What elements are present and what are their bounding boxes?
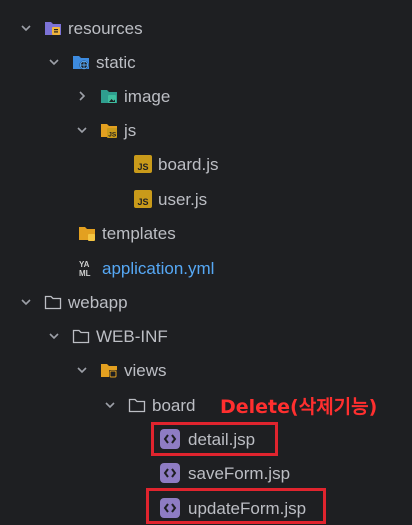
folder-icon — [128, 396, 146, 414]
resources-folder-icon — [44, 19, 62, 37]
tree-item-saveform-jsp[interactable]: saveForm.jsp — [160, 456, 412, 490]
chevron-down-icon[interactable] — [76, 124, 88, 136]
tree-item-label: templates — [102, 223, 176, 243]
tree-item-label: js — [124, 120, 137, 140]
svg-text:JS: JS — [108, 132, 117, 139]
tree-item-static[interactable]: static — [48, 45, 412, 79]
tree-item-label: saveForm.jsp — [188, 463, 291, 483]
js-folder-icon: JS — [100, 121, 118, 139]
folder-icon — [72, 327, 90, 345]
highlight-box-detail — [151, 422, 278, 456]
tree-item-views[interactable]: views — [76, 353, 412, 387]
tree-item-label: board.js — [158, 154, 219, 174]
tree-item-board-js[interactable]: JS board.js — [134, 147, 412, 181]
tree-item-label: webapp — [68, 292, 128, 312]
tree-item-label: application.yml — [102, 258, 215, 278]
tree-item-web-inf[interactable]: WEB-INF — [48, 319, 412, 353]
folder-icon — [44, 293, 62, 311]
chevron-down-icon[interactable] — [104, 399, 116, 411]
templates-folder-icon — [78, 224, 96, 242]
svg-text:YA: YA — [79, 260, 90, 269]
tree-item-label: WEB-INF — [96, 326, 168, 346]
tree-item-label: static — [96, 52, 136, 72]
jsp-file-icon — [160, 463, 180, 483]
tree-item-label: resources — [68, 18, 143, 38]
web-folder-icon — [72, 53, 90, 71]
chevron-down-icon[interactable] — [20, 22, 32, 34]
tree-item-image[interactable]: image — [76, 79, 412, 113]
annotation-label: Delete(삭제기능) — [220, 396, 378, 418]
chevron-down-icon[interactable] — [48, 330, 60, 342]
tree-item-user-js[interactable]: JS user.js — [134, 182, 412, 216]
yaml-file-icon: YA ML — [78, 259, 96, 277]
image-folder-icon — [100, 87, 118, 105]
tree-item-label: user.js — [158, 189, 208, 209]
tree-item-label: views — [124, 360, 167, 380]
views-folder-icon — [100, 361, 118, 379]
tree-item-webapp[interactable]: webapp — [20, 285, 412, 319]
chevron-down-icon[interactable] — [48, 56, 60, 68]
highlight-box-updateform — [146, 488, 326, 524]
tree-item-label: board — [152, 395, 196, 415]
chevron-down-icon[interactable] — [20, 296, 32, 308]
tree-item-js[interactable]: JS js — [76, 113, 412, 147]
svg-text:ML: ML — [79, 269, 91, 277]
javascript-file-icon: JS — [134, 190, 152, 208]
tree-item-label: image — [124, 86, 171, 106]
tree-item-application-yml[interactable]: YA ML application.yml — [78, 251, 412, 285]
tree-item-templates[interactable]: templates — [78, 216, 412, 250]
tree-item-resources[interactable]: resources — [20, 11, 412, 45]
javascript-file-icon: JS — [134, 155, 152, 173]
chevron-right-icon[interactable] — [76, 90, 88, 102]
chevron-down-icon[interactable] — [76, 364, 88, 376]
